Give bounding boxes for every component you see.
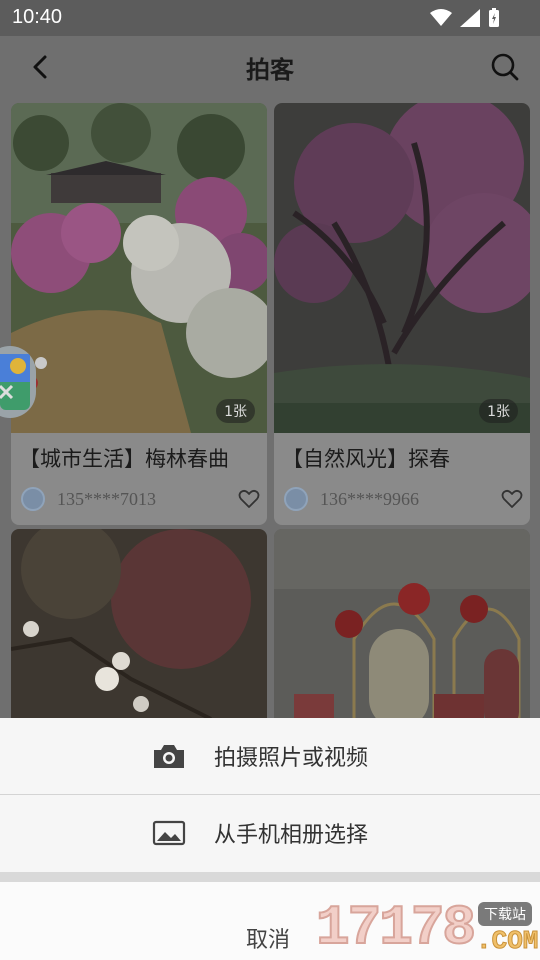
post-caption: 【城市生活】梅林春曲 xyxy=(19,447,229,471)
status-time: 10:40 xyxy=(12,6,63,28)
photo-count-badge: 1张 xyxy=(479,399,518,423)
page-title: 拍客 xyxy=(246,56,294,84)
watermark-logo: 17178 下载站 .COM xyxy=(315,895,540,960)
camera-icon xyxy=(154,745,184,768)
wifi-icon xyxy=(430,9,452,26)
photo-count-badge: 1张 xyxy=(216,399,255,423)
option-label: 拍摄照片或视频 xyxy=(214,746,369,771)
status-bar: 10:40 xyxy=(0,0,540,36)
map-icon xyxy=(0,354,30,410)
battery-icon xyxy=(489,8,499,27)
post-grid: 1张 【城市生活】梅林春曲 135****7013 1张 【自然风光】探春 13… xyxy=(0,98,540,729)
search-icon[interactable] xyxy=(490,52,520,82)
username: 135****7013 xyxy=(57,489,156,509)
post-photo[interactable] xyxy=(11,103,267,433)
status-icons xyxy=(430,8,500,28)
post-meta: 136****9966 xyxy=(284,487,524,513)
post-card[interactable]: 1张 【自然风光】探春 136****9966 xyxy=(274,103,530,525)
post-card[interactable] xyxy=(11,529,267,729)
watermark-number: 17178 xyxy=(315,895,477,960)
app-header: 拍客 xyxy=(0,36,540,98)
heart-icon[interactable] xyxy=(500,487,524,511)
post-card[interactable] xyxy=(274,529,530,729)
floating-tool-button[interactable] xyxy=(0,346,36,418)
post-photo[interactable] xyxy=(274,529,530,729)
heart-icon[interactable] xyxy=(237,487,261,511)
option-choose-album[interactable]: 从手机相册选择 xyxy=(0,795,540,871)
signal-icon xyxy=(460,9,480,27)
image-icon xyxy=(152,820,186,846)
username: 136****9966 xyxy=(320,489,419,509)
post-photo[interactable] xyxy=(11,529,267,729)
watermark-domain: .COM xyxy=(475,926,539,957)
post-meta: 135****7013 xyxy=(21,487,261,513)
watermark-tag: 下载站 xyxy=(478,902,532,926)
option-label: 从手机相册选择 xyxy=(214,823,369,848)
post-caption: 【自然风光】探春 xyxy=(282,447,450,471)
post-photo[interactable] xyxy=(274,103,530,433)
cancel-label: 取消 xyxy=(246,928,291,953)
avatar[interactable] xyxy=(21,487,45,511)
avatar[interactable] xyxy=(284,487,308,511)
post-card[interactable]: 1张 【城市生活】梅林春曲 135****7013 xyxy=(11,103,267,525)
option-take-photo[interactable]: 拍摄照片或视频 xyxy=(0,718,540,794)
divider xyxy=(0,872,540,882)
